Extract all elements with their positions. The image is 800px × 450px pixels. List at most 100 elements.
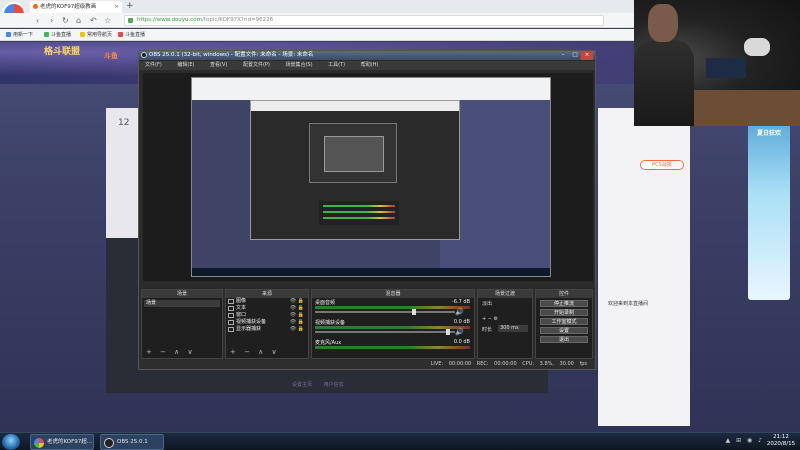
image-source-icon	[228, 299, 234, 304]
visibility-lock-icon: 👁 🔒	[289, 319, 304, 325]
chat-panel	[598, 108, 690, 426]
preview-taskbar	[192, 268, 550, 276]
mixer-channel: 麦克风/Aux 0.0 dB	[312, 338, 474, 358]
start-button-icon[interactable]	[2, 434, 20, 450]
system-tray[interactable]: ▲ ⊞ ◉ ♪	[726, 437, 764, 444]
bookmark-item[interactable]: 斗鱼直播	[118, 29, 145, 41]
back-icon[interactable]: ‹	[36, 14, 39, 27]
douyu-tag[interactable]: 斗鱼	[104, 51, 118, 61]
stop-streaming-button[interactable]: 停止推流	[540, 300, 588, 307]
volume-knob[interactable]	[412, 309, 416, 315]
obs-title: OBS 25.0.1 (32-bit, windows) - 配置文件: 未命名…	[149, 52, 314, 58]
source-toolbar[interactable]: + − ∧ ∨	[230, 348, 280, 356]
minimize-icon[interactable]: –	[557, 51, 569, 60]
pcs-pill[interactable]: PCS战报	[640, 160, 684, 170]
maximize-icon[interactable]: □	[569, 51, 581, 60]
obs-icon	[104, 438, 114, 448]
forward-icon[interactable]: ›	[50, 14, 53, 27]
browser-icon	[34, 438, 44, 448]
channel-label: 麦克风/Aux	[315, 340, 342, 346]
browser-tab[interactable]: 老虎的KOF97超级教画 ×	[30, 1, 122, 13]
volume-slider[interactable]	[315, 311, 455, 313]
menu-view[interactable]: 查看(V)	[210, 62, 227, 68]
close-tab-icon[interactable]: ×	[114, 1, 119, 13]
channel-db: 0.0 dB	[453, 339, 470, 345]
controls-dock: 控件 停止推流 开始录制 工作室模式 设置 退出	[535, 289, 593, 359]
dock-title: 场景过渡	[478, 290, 532, 298]
address-path: /topic/KOF97X?rid=96226	[202, 17, 274, 23]
bottom-link[interactable]: 设置主页	[292, 382, 312, 388]
home-icon[interactable]: ⌂	[76, 14, 81, 27]
transition-add-remove[interactable]: + − ⚙	[478, 314, 532, 324]
arcade-box	[706, 58, 746, 78]
menu-help[interactable]: 帮助(H)	[361, 62, 379, 68]
nested-mixer	[319, 201, 399, 225]
obs-logo-icon	[141, 52, 147, 58]
favorite-star-icon[interactable]: ☆	[104, 14, 111, 27]
channel-db: -6.7 dB	[452, 299, 470, 305]
scene-toolbar[interactable]: + − ∧ ∨	[146, 348, 196, 356]
speaker-icon[interactable]: 🔊	[455, 328, 464, 336]
start-recording-button[interactable]: 开始录制	[540, 309, 588, 316]
streamer-head	[648, 4, 678, 42]
clock-date: 2020/8/15	[766, 441, 796, 447]
scene-item[interactable]: 场景	[144, 300, 220, 307]
chat-tip: 欢迎来到本直播间	[608, 301, 649, 307]
speaker-icon[interactable]: 🔊	[455, 308, 464, 316]
webcam-overlay	[634, 0, 800, 126]
menu-edit[interactable]: 编辑(E)	[177, 62, 194, 68]
taskbar-item-browser[interactable]: 老虎的KOF97超...	[30, 434, 94, 450]
card-number: 12	[118, 118, 130, 128]
obs-preview[interactable]	[143, 73, 593, 281]
source-item[interactable]: 视频捕获设备 👁 🔒	[226, 319, 308, 326]
preview-capture	[191, 77, 551, 277]
volume-slider[interactable]	[315, 331, 455, 333]
address-bar[interactable]: https://www.douyu.com/topic/KOF97X?rid=9…	[124, 15, 604, 26]
bookmark-item[interactable]: 斗鱼直播	[44, 29, 71, 41]
source-item[interactable]: 窗口 👁 🔒	[226, 312, 308, 319]
source-item[interactable]: 图像 👁 🔒	[226, 298, 308, 305]
source-item[interactable]: 显示器捕获 👁 🔒	[226, 326, 308, 333]
reload-icon[interactable]: ↻	[62, 14, 69, 27]
new-tab-button[interactable]: +	[126, 0, 134, 12]
undo-icon[interactable]: ↶	[90, 14, 97, 27]
transition-select[interactable]: 淡出	[478, 298, 532, 308]
studio-mode-button[interactable]: 工作室模式	[540, 318, 588, 325]
source-item[interactable]: 文本 👁 🔒	[226, 305, 308, 312]
channel-label: 视频捕获设备	[315, 320, 346, 326]
settings-button[interactable]: 设置	[540, 327, 588, 334]
scenes-dock: 场景 场景 + − ∧ ∨	[141, 289, 223, 359]
bottom-link[interactable]: 用户信息	[324, 382, 344, 388]
dock-title: 场景	[142, 290, 222, 298]
nested-preview-inner	[324, 136, 384, 172]
volume-meter	[315, 346, 470, 349]
banner-ad[interactable]: 夏日狂欢	[752, 128, 786, 158]
transitions-dock: 场景过渡 淡出 + − ⚙ 时长 300 ms	[477, 289, 533, 359]
close-icon[interactable]: ×	[581, 51, 593, 60]
duration-input: 300 ms	[498, 325, 528, 332]
channel-db: 0.0 dB	[453, 319, 470, 325]
obs-window: OBS 25.0.1 (32-bit, windows) - 配置文件: 未命名…	[138, 50, 596, 370]
channel-label: 桌面音频	[315, 300, 336, 306]
visibility-lock-icon: 👁 🔒	[289, 298, 304, 304]
dock-title: 控件	[536, 290, 592, 298]
bookmark-item[interactable]: 常用导航页	[80, 29, 112, 41]
bottom-links: 设置主页 用户信息	[292, 381, 354, 388]
transition-duration[interactable]: 时长 300 ms	[478, 324, 532, 334]
menu-tools[interactable]: 工具(T)	[328, 62, 345, 68]
dock-title: 来源	[226, 290, 308, 298]
preview-browser-chrome	[192, 78, 550, 100]
taskbar-item-obs[interactable]: OBS 25.0.1 (32...	[100, 434, 164, 450]
exit-button[interactable]: 退出	[540, 336, 588, 343]
menu-file[interactable]: 文件(F)	[145, 62, 162, 68]
clock-time: 21:12	[773, 434, 789, 440]
mixer-channel: 桌面音频 -6.7 dB 🔊	[312, 298, 474, 318]
menu-scene-collection[interactable]: 场景集合(S)	[285, 62, 312, 68]
bookmark-item[interactable]: 用新一下	[6, 29, 33, 41]
volume-knob[interactable]	[446, 329, 450, 335]
clock[interactable]: 21:12 2020/8/15	[764, 434, 798, 448]
game-logo[interactable]: 格斗联盟	[32, 46, 92, 70]
obs-status-bar: LIVE: 00:00:00 REC: 00:00:00 CPU: 3.8%, …	[139, 360, 595, 369]
menu-profile[interactable]: 配置文件(P)	[243, 62, 270, 68]
window-controls: – □ ×	[557, 51, 593, 60]
